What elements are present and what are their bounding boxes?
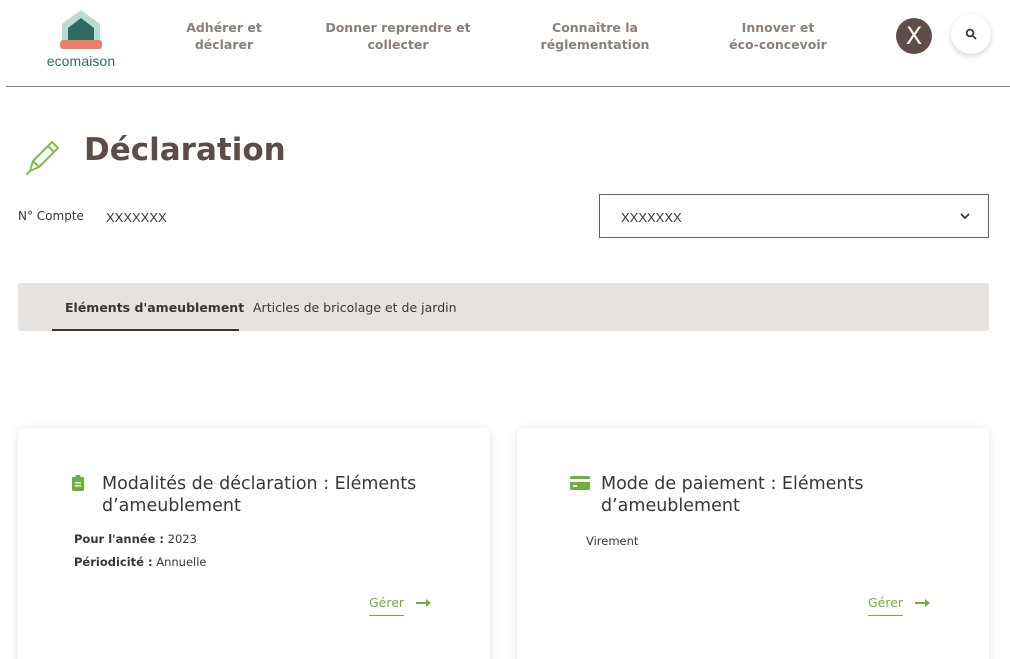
clipboard-icon xyxy=(72,475,84,491)
arrow-right-icon xyxy=(416,599,431,607)
active-tab-indicator xyxy=(52,329,239,331)
card-title: Mode de paiement : Eléments d’ameublemen… xyxy=(601,474,864,516)
nav-line: Adhérer et xyxy=(186,20,262,35)
search-button[interactable] xyxy=(951,14,991,54)
chevron-down-icon xyxy=(960,213,970,219)
logo-text: ecomaison xyxy=(46,53,116,69)
nav-donner-reprendre-collecter[interactable]: Donner reprendre et collecter xyxy=(322,19,474,53)
page: ecomaison Adhérer et déclarer Donner rep… xyxy=(0,0,1010,659)
page-title: Déclaration xyxy=(84,132,286,168)
credit-card-icon xyxy=(570,476,590,490)
card-mode-paiement: Mode de paiement : Eléments d’ameublemen… xyxy=(517,428,989,659)
category-tabs: Eléments d'ameublement Articles de brico… xyxy=(18,283,989,331)
ecomaison-logo[interactable]: ecomaison xyxy=(36,8,126,70)
tab-articles-bricolage-jardin[interactable]: Articles de bricolage et de jardin xyxy=(253,283,457,331)
account-number: XXXXXXX xyxy=(106,210,167,225)
account-select[interactable]: XXXXXXX xyxy=(599,194,989,238)
tab-elements-ameublement[interactable]: Eléments d'ameublement xyxy=(65,283,244,331)
user-avatar[interactable]: X xyxy=(896,18,932,54)
nav-adherer-declarer[interactable]: Adhérer et déclarer xyxy=(184,19,264,53)
top-header: ecomaison Adhérer et déclarer Donner rep… xyxy=(0,0,1010,88)
year-value: 2023 xyxy=(167,532,197,546)
nav-line: collecter xyxy=(367,37,429,52)
header-divider xyxy=(6,86,1010,87)
nav-line: réglementation xyxy=(540,37,650,52)
nav-line: Connaître la xyxy=(552,20,638,35)
account-select-value: XXXXXXX xyxy=(621,210,682,225)
periodicity-label: Périodicité : xyxy=(74,555,153,569)
periodicity-value: Annuelle xyxy=(156,555,207,569)
nav-innover-eco-concevoir[interactable]: Innover et éco-concevoir xyxy=(718,19,838,53)
search-icon xyxy=(965,28,977,40)
account-label: N° Compte xyxy=(18,209,84,223)
arrow-right-icon xyxy=(915,599,930,607)
pencil-icon xyxy=(26,141,59,175)
nav-line: déclarer xyxy=(194,37,254,52)
payment-method-value: Virement xyxy=(586,534,639,548)
nav-line: Donner reprendre et xyxy=(325,20,471,35)
logo-house-icon xyxy=(60,10,102,49)
nav-line: éco-concevoir xyxy=(729,37,827,52)
card-title: Modalités de déclaration : Eléments d’am… xyxy=(102,474,417,516)
periodicity-line: Périodicité : Annuelle xyxy=(74,555,207,569)
nav-connaitre-reglementation[interactable]: Connaître la réglementation xyxy=(527,19,663,53)
year-label: Pour l'année : xyxy=(74,532,164,546)
year-line: Pour l'année : 2023 xyxy=(74,532,197,546)
card-modalites-declaration: Modalités de déclaration : Eléments d’am… xyxy=(18,428,490,659)
manage-label: Gérer xyxy=(868,595,904,616)
manage-label: Gérer xyxy=(369,595,405,616)
nav-line: Innover et xyxy=(741,20,815,35)
